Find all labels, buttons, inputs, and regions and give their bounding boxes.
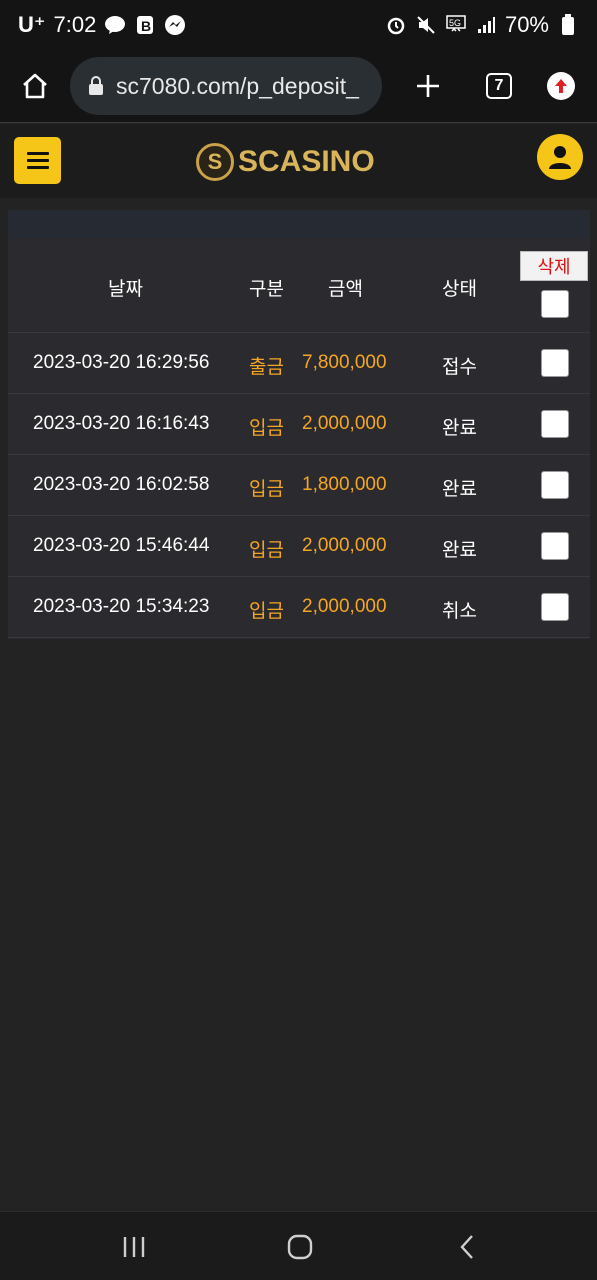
browser-toolbar: sc7080.com/p_deposit_ 7 — [0, 50, 597, 123]
carrier-label: U⁺ — [18, 12, 46, 37]
site-logo[interactable]: S SCASINO — [196, 142, 375, 182]
5g-icon: 5G — [445, 14, 467, 36]
tabs-icon: 7 — [486, 73, 512, 99]
row-amount: 2,000,000 — [302, 413, 387, 434]
back-icon — [460, 1235, 473, 1259]
header-date: 날짜 — [108, 279, 143, 300]
back-button[interactable] — [455, 1230, 479, 1264]
clock: 7:02 — [53, 12, 97, 37]
row-type: 출금 — [249, 357, 284, 378]
row-status: 접수 — [442, 357, 477, 378]
recent-apps-icon — [123, 1237, 145, 1257]
mute-icon — [415, 14, 437, 36]
row-checkbox[interactable] — [541, 410, 569, 438]
table-header: 날짜 구분 금액 상태 삭제 — [8, 238, 590, 333]
row-status: 완료 — [442, 540, 477, 561]
row-checkbox[interactable] — [541, 471, 569, 499]
battery-icon — [557, 14, 579, 36]
deposit-history-panel: 날짜 구분 금액 상태 삭제 2023-03-20 16:29:56 출금 7,… — [8, 210, 590, 639]
table-row: 2023-03-20 16:16:43 입금 2,000,000 완료 — [8, 394, 590, 455]
row-checkbox[interactable] — [541, 532, 569, 560]
delete-button[interactable]: 삭제 — [520, 251, 588, 281]
address-bar[interactable]: sc7080.com/p_deposit_ — [70, 57, 382, 115]
table-row: 2023-03-20 16:29:56 출금 7,800,000 접수 — [8, 333, 590, 394]
row-amount: 2,000,000 — [302, 535, 387, 556]
row-date: 2023-03-20 16:02:58 — [33, 474, 210, 495]
svg-text:5G: 5G — [449, 18, 461, 28]
browser-home-button[interactable] — [0, 50, 70, 123]
messenger-icon — [164, 14, 186, 36]
b-icon: B — [134, 14, 156, 36]
talk-icon — [104, 14, 126, 36]
logo-mark: S — [196, 143, 234, 181]
hamburger-icon — [26, 152, 49, 155]
plus-icon — [417, 75, 439, 97]
table-row: 2023-03-20 16:02:58 입금 1,800,000 완료 — [8, 455, 590, 516]
home-nav-button[interactable] — [285, 1230, 315, 1264]
row-type: 입금 — [249, 601, 284, 622]
row-checkbox[interactable] — [541, 349, 569, 377]
logo-text: SCASINO — [238, 145, 375, 178]
header-type: 구분 — [249, 279, 284, 300]
signal-icon — [475, 14, 497, 36]
system-nav-bar — [0, 1211, 597, 1280]
menu-button[interactable] — [14, 137, 61, 184]
lock-icon — [89, 76, 103, 95]
select-all-checkbox[interactable] — [541, 290, 569, 318]
row-status: 완료 — [442, 479, 477, 500]
update-icon — [546, 72, 575, 100]
row-date: 2023-03-20 15:46:44 — [33, 535, 210, 556]
table-row: 2023-03-20 15:34:23 입금 2,000,000 취소 — [8, 577, 590, 638]
url-text: sc7080.com/p_deposit_ — [116, 72, 359, 99]
table-row: 2023-03-20 15:46:44 입금 2,000,000 완료 — [8, 516, 590, 577]
panel-top-bar — [8, 210, 590, 238]
row-date: 2023-03-20 16:29:56 — [33, 352, 210, 373]
update-button[interactable] — [524, 50, 597, 123]
row-type: 입금 — [249, 479, 284, 500]
row-date: 2023-03-20 15:34:23 — [33, 596, 210, 617]
battery-percent: 70% — [504, 12, 549, 37]
row-amount: 7,800,000 — [302, 352, 387, 373]
user-button[interactable] — [537, 134, 583, 180]
svg-text:B: B — [141, 18, 151, 34]
alarm-icon — [385, 14, 407, 36]
row-status: 취소 — [442, 601, 477, 622]
row-date: 2023-03-20 16:16:43 — [33, 413, 210, 434]
home-circle-icon — [287, 1234, 313, 1260]
status-bar: U⁺ 7:02 B 5G 70% — [0, 0, 597, 50]
row-amount: 1,800,000 — [302, 474, 387, 495]
user-icon — [549, 146, 571, 169]
row-checkbox[interactable] — [541, 593, 569, 621]
site-header: S SCASINO — [0, 124, 597, 198]
row-amount: 2,000,000 — [302, 596, 387, 617]
header-amount: 금액 — [328, 279, 363, 300]
new-tab-button[interactable] — [382, 50, 474, 123]
recent-apps-button[interactable] — [118, 1230, 150, 1264]
home-icon — [23, 73, 47, 99]
row-status: 완료 — [442, 418, 477, 439]
row-type: 입금 — [249, 540, 284, 561]
header-status: 상태 — [442, 279, 477, 300]
tabs-button[interactable]: 7 — [474, 50, 524, 123]
row-type: 입금 — [249, 418, 284, 439]
